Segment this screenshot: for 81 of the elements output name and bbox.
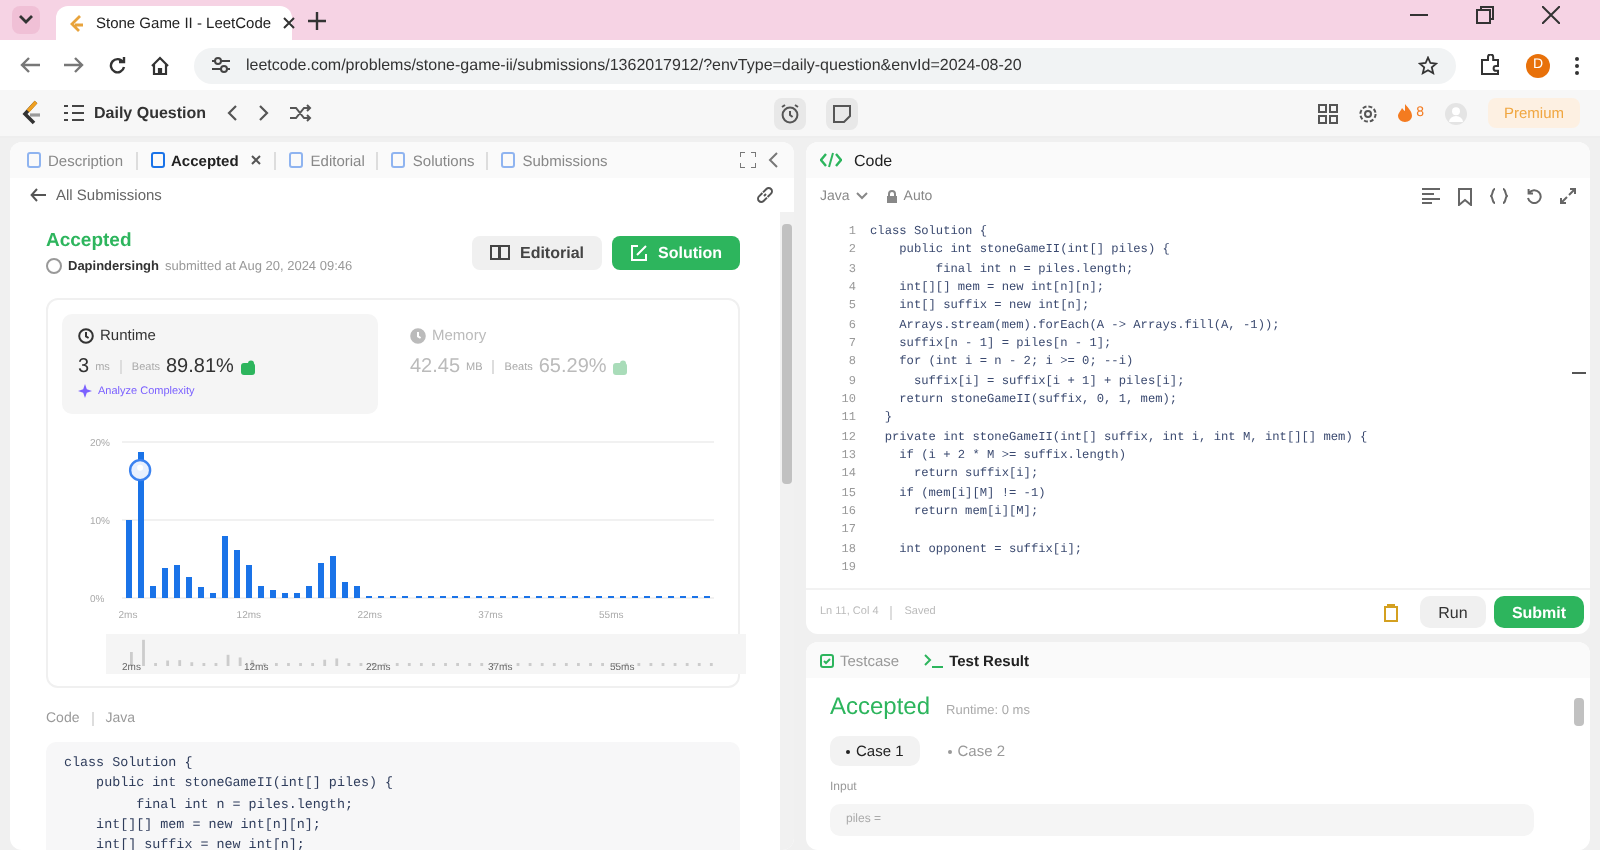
back-icon[interactable]: [20, 56, 40, 74]
fullscreen-icon[interactable]: [740, 152, 756, 168]
home-icon[interactable]: [150, 55, 170, 75]
alarm-clock-icon: [779, 103, 800, 123]
forward-icon[interactable]: [64, 56, 84, 74]
clipboard-icon[interactable]: [1384, 603, 1400, 621]
next-icon[interactable]: [258, 104, 271, 122]
extensions-icon[interactable]: [1480, 54, 1502, 76]
editorial-button[interactable]: Editorial: [471, 235, 602, 269]
grid-icon[interactable]: [1318, 103, 1339, 123]
expand-icon[interactable]: [1560, 188, 1576, 204]
chart-bar[interactable]: [258, 585, 264, 598]
shuffle-icon[interactable]: [290, 104, 313, 122]
panel-title: Code: [854, 151, 893, 169]
alarm-clock-button[interactable]: [773, 97, 806, 129]
user-avatar-icon: [46, 258, 62, 274]
submit-button[interactable]: Submit: [1494, 596, 1584, 628]
scrollbar[interactable]: [780, 212, 794, 850]
close-icon[interactable]: [1542, 5, 1560, 23]
more-icon[interactable]: [1574, 55, 1580, 75]
braces-icon[interactable]: [1490, 188, 1508, 204]
beats-percentage: 89.81%: [165, 356, 234, 378]
maximize-icon[interactable]: [1476, 5, 1494, 23]
document-icon: [26, 152, 42, 168]
clock-icon: [78, 327, 94, 343]
badge-icon: [612, 359, 629, 375]
leetcode-logo-icon[interactable]: [20, 99, 44, 127]
result-status: Accepted: [830, 692, 931, 720]
terminal-icon: [923, 653, 944, 667]
collapse-icon[interactable]: [768, 152, 778, 168]
document-icon: [500, 152, 517, 168]
chart-bar[interactable]: [162, 567, 168, 598]
url-text: leetcode.com/problems/stone-game-ii/submissions/1362017912/?envType=daily-question&envId=2024-08-20: [246, 56, 1022, 74]
scroll-marker: [1572, 372, 1586, 374]
close-icon[interactable]: [250, 154, 263, 166]
stat-value: 3: [78, 356, 90, 378]
chart-bar[interactable]: [354, 585, 360, 598]
note-button[interactable]: [825, 97, 858, 129]
badge-icon: [239, 359, 256, 375]
solution-button[interactable]: Solution: [612, 235, 740, 269]
chart-bar[interactable]: [318, 562, 324, 598]
previous-icon[interactable]: [226, 104, 239, 122]
link-icon[interactable]: [756, 186, 774, 204]
new-tab-icon[interactable]: [308, 11, 326, 29]
reset-icon[interactable]: [1526, 188, 1542, 204]
edit-icon: [630, 243, 648, 261]
bookmark-icon[interactable]: [1458, 187, 1472, 205]
daily-question-title[interactable]: Daily Question: [94, 104, 207, 122]
back-arrow-icon: [30, 188, 46, 202]
chevron-down-icon: [855, 192, 868, 200]
settings-icon[interactable]: [1358, 103, 1379, 123]
lock-icon: [885, 189, 898, 203]
document-icon: [149, 152, 166, 168]
code-icon: [820, 152, 842, 168]
document-icon: [390, 152, 407, 168]
site-settings-icon[interactable]: [212, 56, 230, 74]
chart-bar[interactable]: [150, 585, 156, 598]
reload-icon[interactable]: [108, 56, 126, 74]
beats-percentage: 65.29%: [538, 356, 607, 378]
star-icon[interactable]: [1418, 55, 1438, 75]
sparkle-icon: [78, 384, 92, 398]
chart-bar[interactable]: [186, 576, 192, 598]
run-button[interactable]: Run: [1420, 596, 1486, 628]
flame-icon: [1398, 104, 1413, 122]
user-position-marker: [128, 458, 152, 482]
chevron-down-icon: [18, 14, 34, 26]
chart-bar[interactable]: [306, 585, 312, 598]
book-icon: [489, 244, 510, 260]
format-icon[interactable]: [1422, 188, 1440, 204]
address-bar[interactable]: leetcode.com/problems/stone-game-ii/submissions/1362017912/?envType=daily-question&envId=2024-08-20: [194, 47, 1456, 83]
document-icon: [288, 152, 305, 168]
tab-list-button[interactable]: [12, 6, 40, 34]
stat-value: 42.45: [410, 356, 461, 378]
checkbox-icon: [820, 653, 834, 667]
list-icon[interactable]: [64, 104, 84, 122]
note-icon: [831, 103, 852, 123]
leetcode-logo-icon: [68, 13, 86, 33]
submission-status: Accepted: [46, 230, 134, 252]
close-icon[interactable]: [281, 16, 296, 30]
memory-icon: [410, 327, 426, 343]
chart-bar[interactable]: [330, 555, 336, 598]
